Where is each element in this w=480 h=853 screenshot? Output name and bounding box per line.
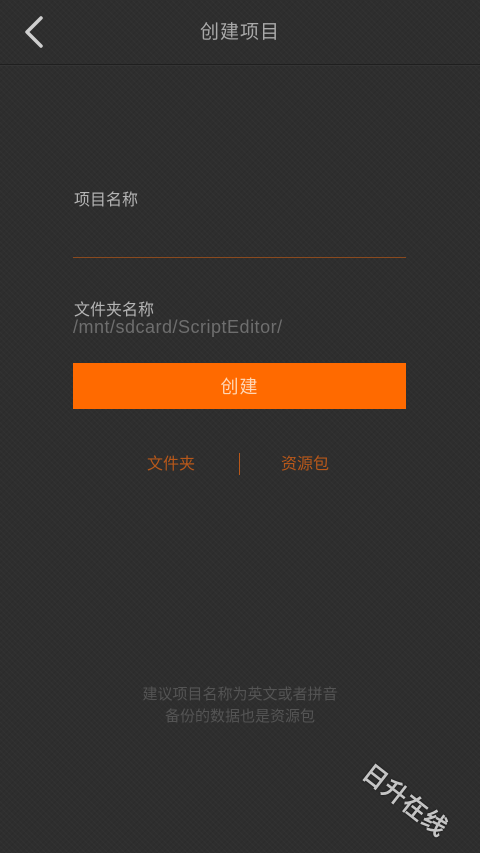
project-name-input[interactable] — [73, 214, 406, 258]
top-bar: 创建项目 — [0, 0, 480, 65]
link-divider — [239, 453, 240, 475]
hint-text-2: 备份的数据也是资源包 — [164, 707, 315, 725]
link-row: 文件夹 资源包 — [0, 451, 480, 477]
create-button[interactable]: 创建 — [73, 363, 406, 409]
page-title: 创建项目 — [199, 21, 280, 43]
watermark-logo: 日升在线 — [357, 758, 454, 843]
hint-text-1: 建议项目名称为英文或者拼音 — [142, 685, 338, 703]
project-name-label: 项目名称 — [74, 190, 139, 209]
folder-link[interactable]: 文件夹 — [147, 451, 195, 477]
resource-pack-link[interactable]: 资源包 — [281, 451, 329, 477]
folder-path-value: /mnt/sdcard/ScriptEditor/ — [73, 317, 283, 337]
